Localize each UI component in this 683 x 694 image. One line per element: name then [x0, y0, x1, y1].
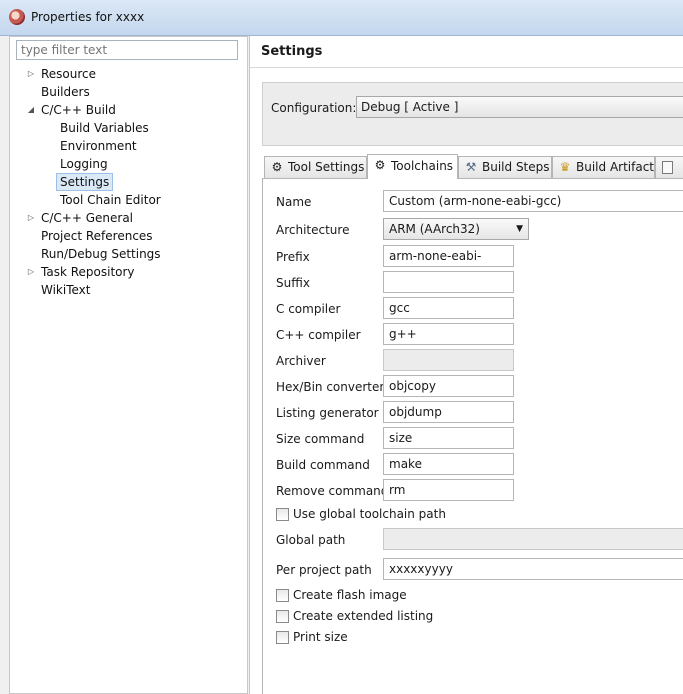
architecture-label: Architecture	[276, 223, 350, 237]
build-command-label: Build command	[276, 458, 370, 472]
title-bar[interactable]: Properties for xxxx	[0, 0, 683, 36]
name-label: Name	[276, 195, 312, 209]
gear-icon: ⚙	[271, 160, 283, 174]
hexbin-label: Hex/Bin converter	[276, 380, 385, 394]
archiver-field	[383, 349, 514, 371]
page-title: Settings	[261, 44, 323, 59]
create-flash-image-checkbox[interactable]	[276, 589, 289, 602]
collapse-arrow-icon[interactable]: ◢	[26, 101, 36, 119]
tab-folder: ⚙ Tool Settings ⚙ Toolchains ⚒ Build Ste…	[262, 154, 683, 694]
remove-command-label: Remove command	[276, 484, 389, 498]
toolchains-tab-content: Name Custom (arm-none-eabi-gcc) Architec…	[262, 178, 683, 694]
tab-icon	[662, 161, 673, 174]
tab-tool-settings[interactable]: ⚙ Tool Settings	[264, 156, 367, 178]
app-icon	[9, 9, 25, 25]
tab-toolchains[interactable]: ⚙ Toolchains	[367, 154, 458, 179]
tab-label: Build Artifact	[576, 160, 654, 174]
chevron-down-icon: ▼	[516, 224, 523, 234]
properties-window: Properties for xxxx ▷ Resource Builders …	[0, 0, 683, 694]
architecture-select[interactable]: ARM (AArch32) ▼	[383, 218, 529, 240]
tree-item-run-debug-settings[interactable]: Run/Debug Settings	[38, 245, 164, 263]
remove-command-field[interactable]: rm	[383, 479, 514, 501]
configuration-select[interactable]: Debug [ Active ]	[356, 96, 683, 118]
suffix-field[interactable]	[383, 271, 514, 293]
tree-item-cpp-build[interactable]: C/C++ Build	[38, 101, 119, 119]
preference-tree-panel: ▷ Resource Builders ◢ C/C++ Build Build …	[9, 36, 248, 694]
window-title: Properties for xxxx	[31, 10, 145, 24]
filter-input[interactable]	[16, 40, 238, 60]
tree-item-logging[interactable]: Logging	[57, 155, 111, 173]
expand-arrow-icon[interactable]: ▷	[26, 263, 36, 281]
settings-header: Settings	[250, 36, 683, 68]
suffix-label: Suffix	[276, 276, 310, 290]
hexbin-field[interactable]: objcopy	[383, 375, 514, 397]
tree-item-task-repository[interactable]: Task Repository	[38, 263, 138, 281]
build-command-field[interactable]: make	[383, 453, 514, 475]
tree-item-cpp-general[interactable]: C/C++ General	[38, 209, 136, 227]
global-path-field	[383, 528, 683, 550]
tree-item-wikitext[interactable]: WikiText	[38, 281, 94, 299]
tree-item-builders[interactable]: Builders	[38, 83, 93, 101]
print-size-label: Print size	[293, 630, 348, 644]
expand-arrow-icon[interactable]: ▷	[26, 65, 36, 83]
create-extended-listing-checkbox[interactable]	[276, 610, 289, 623]
c-compiler-label: C compiler	[276, 302, 341, 316]
configuration-group: Configuration: Debug [ Active ]	[262, 82, 683, 146]
tab-build-artifact[interactable]: ♛ Build Artifact	[552, 156, 655, 178]
cpp-compiler-label: C++ compiler	[276, 328, 361, 342]
prefix-label: Prefix	[276, 250, 310, 264]
tree-item-build-variables[interactable]: Build Variables	[57, 119, 152, 137]
size-command-field[interactable]: size	[383, 427, 514, 449]
tab-label: Build Steps	[482, 160, 550, 174]
use-global-toolchain-checkbox[interactable]	[276, 508, 289, 521]
archiver-label: Archiver	[276, 354, 326, 368]
tab-label: Toolchains	[391, 159, 454, 173]
tab-label: Tool Settings	[288, 160, 365, 174]
listing-generator-field[interactable]: objdump	[383, 401, 514, 423]
expand-arrow-icon[interactable]: ▷	[26, 209, 36, 227]
tab-more[interactable]	[655, 156, 683, 178]
prefix-field[interactable]: arm-none-eabi-	[383, 245, 514, 267]
tree-item-environment[interactable]: Environment	[57, 137, 140, 155]
tree-item-project-references[interactable]: Project References	[38, 227, 156, 245]
tree-item-tool-chain-editor[interactable]: Tool Chain Editor	[57, 191, 164, 209]
architecture-value: ARM (AArch32)	[389, 222, 480, 236]
configuration-label: Configuration:	[271, 101, 357, 115]
use-global-toolchain-label: Use global toolchain path	[293, 507, 446, 521]
settings-panel: Settings Configuration: Debug [ Active ]…	[249, 36, 683, 694]
per-project-path-label: Per project path	[276, 563, 372, 577]
tab-build-steps[interactable]: ⚒ Build Steps	[458, 156, 552, 178]
global-path-label: Global path	[276, 533, 346, 547]
gear-icon: ⚙	[374, 158, 386, 172]
tree-item-resource[interactable]: Resource	[38, 65, 99, 83]
size-command-label: Size command	[276, 432, 365, 446]
name-field[interactable]: Custom (arm-none-eabi-gcc)	[383, 190, 683, 212]
create-flash-image-label: Create flash image	[293, 588, 407, 602]
create-extended-listing-label: Create extended listing	[293, 609, 434, 623]
per-project-path-field[interactable]: xxxxxyyyy	[383, 558, 683, 580]
trophy-icon: ♛	[559, 160, 571, 174]
listing-generator-label: Listing generator	[276, 406, 379, 420]
c-compiler-field[interactable]: gcc	[383, 297, 514, 319]
hammer-icon: ⚒	[465, 160, 477, 174]
cpp-compiler-field[interactable]: g++	[383, 323, 514, 345]
print-size-checkbox[interactable]	[276, 631, 289, 644]
tree-item-settings[interactable]: Settings	[56, 173, 114, 191]
